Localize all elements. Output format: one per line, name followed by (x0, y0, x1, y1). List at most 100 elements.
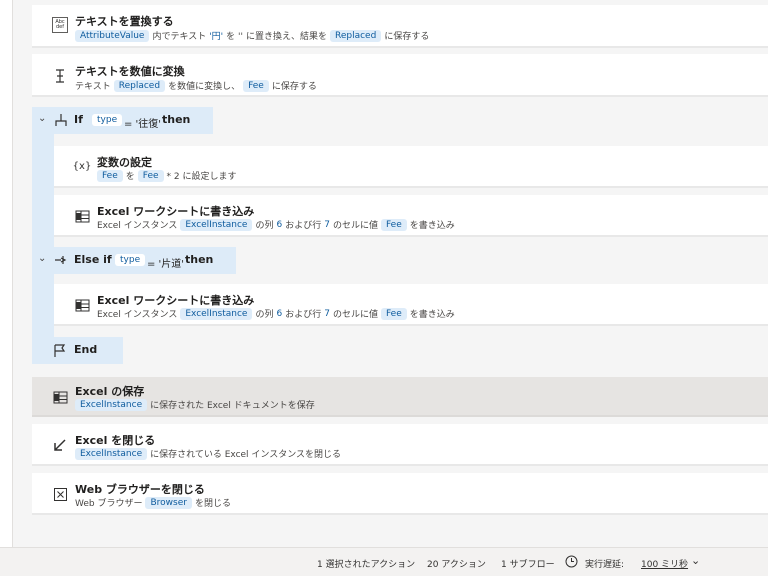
action-description: Fee を Fee * 2 に設定します (97, 169, 240, 182)
action-excel-write[interactable]: Excel ワークシートに書き込み Excel インスタンス ExcelInst… (54, 195, 768, 237)
action-description: AttributeValue 内でテキスト '円' を '' に置き換え、結果を… (75, 29, 432, 42)
variable-token: ExcelInstance (75, 398, 148, 411)
variable-token: ExcelInstance (180, 218, 253, 231)
desc-text: のセルに値 (332, 221, 378, 231)
excel-icon (52, 389, 68, 405)
desc-text: のセルに値 (332, 310, 378, 320)
arrow-down-left-icon (52, 437, 68, 453)
action-title: Excel を閉じる (75, 434, 156, 447)
action-excel-close[interactable]: Excel を閉じる ExcelInstance に保存されている Excel … (32, 424, 768, 466)
chevron-down-icon[interactable]: ⌄ (38, 113, 46, 124)
desc-text: を書き込み (409, 310, 455, 320)
desc-text: Excel インスタンス (97, 221, 178, 231)
action-excel-save[interactable]: Excel の保存 ExcelInstance に保存された Excel ドキュ… (32, 377, 768, 417)
variable-token: Fee (137, 169, 164, 182)
chevron-down-icon[interactable]: ⌄ (691, 554, 700, 567)
variable-token: Fee (380, 307, 407, 320)
desc-text: * 2 に設定します (166, 172, 237, 182)
replace-text-icon: Abc def (52, 17, 68, 33)
action-excel-write[interactable]: Excel ワークシートに書き込み Excel インスタンス ExcelInst… (54, 284, 768, 326)
desc-text: Web ブラウザー (75, 499, 143, 509)
else-if-header[interactable]: ⌄ Else if type = '片道' then (32, 247, 236, 274)
action-text-to-number[interactable]: テキストを数値に変換 テキスト Replaced を数値に変換し、 Fee に保… (32, 54, 768, 97)
desc-value: 6 (276, 308, 283, 319)
desc-text: に置き換え、結果を (245, 32, 327, 42)
desc-text: の列 (255, 310, 274, 320)
action-description: ExcelInstance に保存された Excel ドキュメントを保存 (75, 398, 318, 411)
desc-value: '円' (209, 32, 224, 42)
variable-token: Fee (380, 218, 407, 231)
branch-icon (54, 112, 68, 131)
end-keyword: End (74, 343, 98, 356)
flag-icon (54, 343, 66, 362)
if-block-rail (32, 107, 54, 364)
chevron-down-icon[interactable]: ⌄ (38, 253, 46, 264)
variable-token: Replaced (329, 29, 382, 42)
desc-text: を数値に変換し、 (168, 82, 241, 92)
desc-text: および行 (285, 221, 322, 231)
then-keyword: then (162, 113, 191, 126)
desc-value: 7 (324, 308, 330, 319)
end-block[interactable]: End (32, 337, 123, 364)
desc-text: に保存する (271, 82, 317, 92)
variable-token: type (115, 254, 146, 266)
action-title: Excel の保存 (75, 385, 145, 398)
variable-token: ExcelInstance (180, 307, 253, 320)
action-description: テキスト Replaced を数値に変換し、 Fee に保存する (75, 79, 320, 92)
else-if-icon (54, 252, 68, 271)
variable-token: Fee (243, 79, 269, 92)
action-description: Excel インスタンス ExcelInstance の列 6 および行 7 の… (97, 307, 458, 320)
desc-value: 6 (276, 219, 283, 230)
then-keyword: then (185, 253, 214, 266)
action-set-variable[interactable]: {x} 変数の設定 Fee を Fee * 2 に設定します (54, 146, 768, 188)
subflow-count: 1 サブフロー (501, 560, 555, 570)
else-if-keyword: Else if (74, 253, 112, 266)
action-title: Excel ワークシートに書き込み (97, 205, 255, 218)
excel-icon (74, 297, 90, 313)
action-title: 変数の設定 (97, 156, 152, 169)
delay-value[interactable]: 100 ミリ秒 (641, 557, 688, 570)
action-close-browser[interactable]: Web ブラウザーを閉じる Web ブラウザー Browser を閉じる (32, 473, 768, 515)
action-title: Excel ワークシートに書き込み (97, 294, 255, 307)
variable-icon: {x} (72, 160, 92, 172)
desc-text: 内でテキスト (152, 32, 207, 42)
desc-text: に保存する (384, 32, 430, 42)
action-title: Web ブラウザーを閉じる (75, 483, 205, 496)
desc-text: を閉じる (194, 499, 231, 509)
status-bar: 1 選択されたアクション 20 アクション 1 サブフロー 実行遅延: 100 … (0, 547, 768, 576)
variable-token: Replaced (113, 79, 166, 92)
variable-token: AttributeValue (75, 29, 150, 42)
close-window-icon (52, 486, 68, 502)
variable-token: Fee (97, 169, 123, 182)
action-count: 20 アクション (427, 560, 486, 570)
text-number-icon (52, 68, 68, 84)
if-header[interactable]: ⌄ If type = '往復' then (32, 107, 213, 134)
desc-text: テキスト (75, 82, 111, 92)
action-description: Web ブラウザー Browser を閉じる (75, 496, 234, 509)
if-keyword: If (74, 113, 83, 126)
condition-expression: = '往復' (124, 119, 162, 130)
action-replace-text[interactable]: Abc def テキストを置換する AttributeValue 内でテキスト '… (32, 5, 768, 48)
left-gutter (0, 0, 13, 547)
delay-label: 実行遅延: (585, 560, 625, 570)
variable-token: ExcelInstance (75, 447, 148, 460)
action-title: テキストを数値に変換 (75, 65, 185, 78)
action-description: Excel インスタンス ExcelInstance の列 6 および行 7 の… (97, 218, 458, 231)
desc-text: に保存されている Excel インスタンスを閉じる (150, 450, 342, 460)
variable-token: type (92, 114, 123, 126)
desc-text: Excel インスタンス (97, 310, 178, 320)
desc-text: に保存された Excel ドキュメントを保存 (150, 401, 315, 411)
action-description: ExcelInstance に保存されている Excel インスタンスを閉じる (75, 447, 344, 460)
desc-text: を '' (226, 32, 243, 42)
desc-text: を書き込み (409, 221, 455, 231)
clock-icon (565, 555, 578, 571)
desc-text: および行 (285, 310, 322, 320)
selected-count: 1 選択されたアクション (317, 560, 416, 570)
flow-canvas: Abc def テキストを置換する AttributeValue 内でテキスト '… (0, 0, 768, 547)
action-title: テキストを置換する (75, 15, 174, 28)
excel-icon (74, 208, 90, 224)
desc-text: の列 (255, 221, 274, 231)
desc-text: を (125, 172, 135, 182)
variable-token: Browser (145, 496, 192, 509)
desc-value: 7 (324, 219, 330, 230)
